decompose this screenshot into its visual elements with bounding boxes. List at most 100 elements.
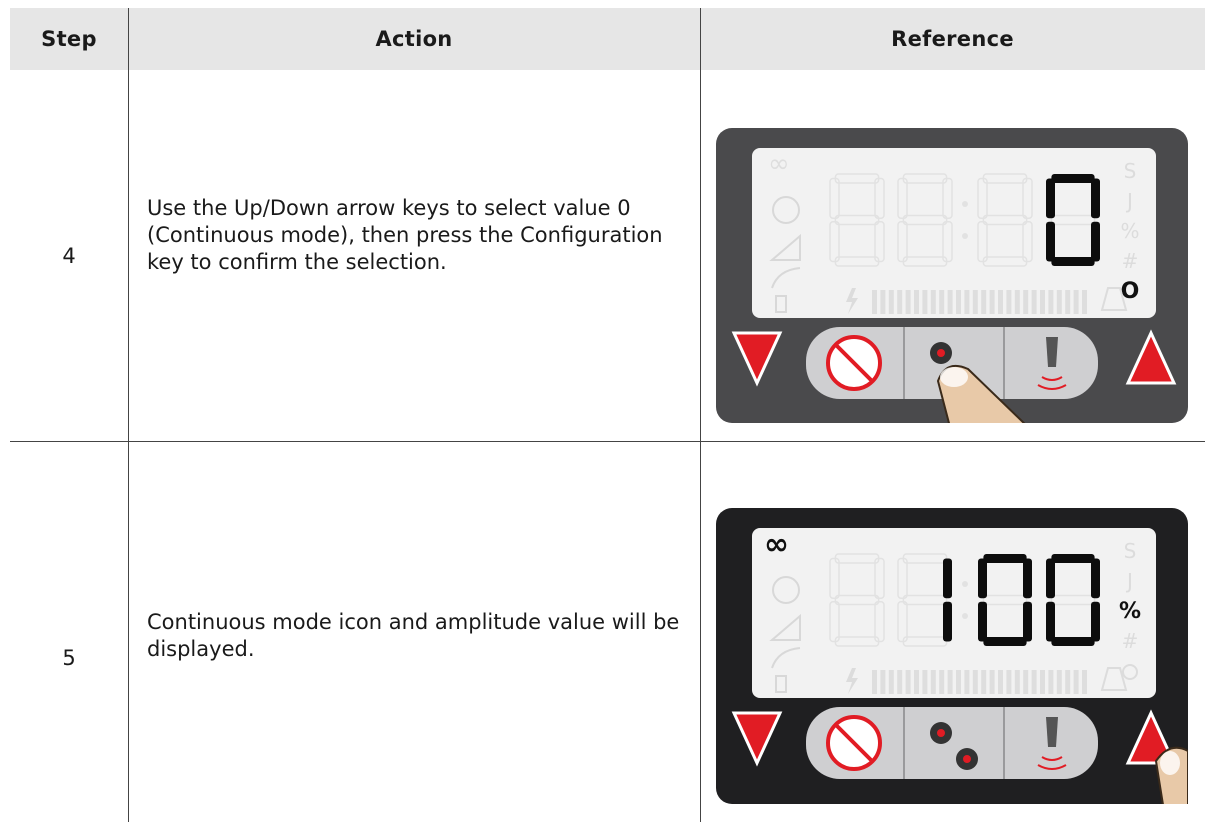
colon-dot: [962, 201, 968, 207]
bar-segment: [888, 290, 894, 314]
digit-segment: [1046, 558, 1055, 599]
bar-segment: [939, 670, 945, 694]
configuration-key[interactable]: [930, 342, 952, 364]
colon-dot: [962, 581, 968, 587]
header-step: Step: [41, 27, 97, 51]
bar-segment: [972, 290, 978, 314]
bar-segment: [1014, 290, 1020, 314]
digit-segment: [1051, 174, 1095, 183]
unit-label: #: [1122, 629, 1139, 653]
bar-segment: [1014, 670, 1020, 694]
bar-segment: [1006, 290, 1012, 314]
bar-segment: [1031, 290, 1037, 314]
digit-segment: [978, 601, 987, 642]
digit-segment: [1023, 601, 1032, 642]
unit-label: #: [1122, 249, 1139, 273]
bar-segment: [1065, 290, 1071, 314]
table-header: Step Action Reference: [10, 8, 1205, 70]
bar-segment: [989, 290, 995, 314]
alarm-mute-key[interactable]: [826, 715, 882, 771]
digit-segment: [1046, 221, 1055, 262]
bar-segment: [989, 670, 995, 694]
digit-segment: [1051, 637, 1095, 646]
bar-segment: [930, 670, 936, 694]
digit-segment: [943, 558, 952, 599]
bar-segment: [1040, 670, 1045, 694]
bar-segment: [956, 670, 961, 694]
digit-segment: [978, 558, 987, 599]
colon-dot: [962, 233, 968, 239]
digit-segment: [1051, 257, 1095, 266]
colon-dot: [962, 613, 968, 619]
unit-label: S: [1124, 159, 1137, 183]
digit-segment: [1046, 178, 1055, 219]
reference-image: ∞ S J% #: [716, 508, 1189, 812]
bar-segment: [981, 290, 987, 314]
bar-segment: [1056, 670, 1062, 694]
horn-icon: [1046, 337, 1058, 367]
gear-center: [937, 729, 945, 737]
bar-segment: [930, 290, 936, 314]
bar-segment: [1073, 290, 1079, 314]
bar-segment: [1040, 290, 1045, 314]
control-panel-illustration: ∞ SJ% #: [716, 508, 1189, 812]
bar-segment: [872, 290, 877, 314]
digit-segment: [983, 554, 1027, 563]
bar-segment: [998, 290, 1003, 314]
control-panel-illustration: ∞ SJ%#O: [716, 128, 1188, 428]
bar-segment: [922, 670, 928, 694]
digit-segment: [1091, 221, 1100, 262]
bar-segment: [905, 290, 911, 314]
digit-segment: [1046, 601, 1055, 642]
continuous-mode-icon-inactive: ∞: [768, 149, 790, 179]
action-text: Use the Up/Down arrow keys to select val…: [147, 196, 663, 274]
action-text: Continuous mode icon and amplitude value…: [147, 610, 680, 661]
unit-label: J: [1125, 569, 1133, 593]
bar-segment: [947, 290, 953, 314]
bar-segment: [880, 670, 886, 694]
bar-segment: [897, 670, 903, 694]
digit-segment: [1091, 178, 1100, 219]
gear-center: [937, 349, 945, 357]
bar-segment: [1065, 670, 1071, 694]
bar-segment: [897, 290, 903, 314]
procedure-table: Step Action Reference 4 Use the Up/Down …: [10, 8, 1205, 822]
header-reference: Reference: [891, 27, 1014, 51]
bar-segment: [1023, 670, 1029, 694]
bar-segment: [1056, 290, 1062, 314]
column-divider: [128, 8, 129, 822]
bar-segment: [998, 670, 1003, 694]
unit-label: %: [1119, 599, 1141, 624]
column-divider: [700, 8, 701, 822]
reference-image: ∞ S J% # O: [716, 128, 1188, 428]
alarm-mute-key[interactable]: [826, 335, 882, 391]
bar-segment: [905, 670, 911, 694]
step-number: 4: [62, 244, 76, 268]
bar-segment: [947, 670, 953, 694]
bar-segment: [964, 290, 970, 314]
digit-segment: [983, 637, 1027, 646]
digit-segment: [1091, 558, 1100, 599]
bar-segment: [1082, 670, 1087, 694]
digit-segment: [1091, 601, 1100, 642]
bar-segment: [1006, 670, 1012, 694]
unit-label: J: [1125, 189, 1133, 213]
bar-segment: [956, 290, 961, 314]
bar-segment: [872, 670, 877, 694]
bar-segment: [914, 670, 919, 694]
header-action: Action: [375, 27, 453, 51]
bar-segment: [1048, 670, 1054, 694]
bar-segment: [1048, 290, 1054, 314]
continuous-mode-icon: ∞: [764, 527, 789, 562]
bar-segment: [1073, 670, 1079, 694]
fingernail: [1160, 751, 1180, 775]
step-number: 5: [62, 646, 76, 670]
bar-segment: [972, 670, 978, 694]
digit-segment: [1023, 558, 1032, 599]
bar-segment: [914, 290, 919, 314]
bar-segment: [939, 290, 945, 314]
digit-segment: [943, 601, 952, 642]
bar-segment: [922, 290, 928, 314]
bar-segment: [964, 670, 970, 694]
unit-label: %: [1120, 219, 1139, 243]
